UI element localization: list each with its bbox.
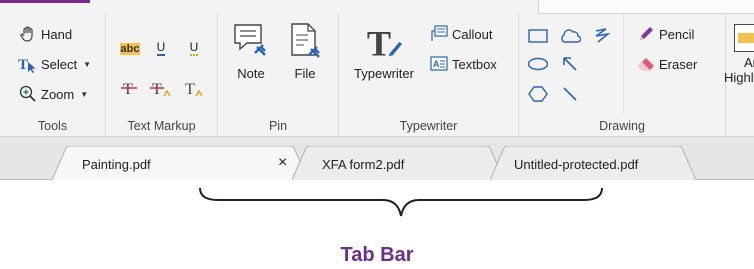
text-markup-group: abc U U T T T Text Markup — [106, 14, 218, 137]
hand-icon — [18, 24, 38, 44]
note-icon — [230, 20, 272, 62]
line-tool-button[interactable] — [559, 84, 581, 104]
typewriter-button[interactable]: T Typewriter — [347, 20, 421, 81]
squiggly-underline-button[interactable]: U — [183, 38, 205, 58]
svg-text:A: A — [433, 59, 440, 69]
tab-label: Painting.pdf — [82, 157, 151, 172]
arrow-icon — [563, 57, 577, 71]
textbox-label: Textbox — [452, 56, 497, 72]
zoom-icon — [18, 84, 38, 104]
replace-text-button[interactable]: T — [150, 78, 172, 98]
tools-group-label: Tools — [37, 119, 68, 133]
cloud-icon — [561, 29, 581, 43]
cloud-tool-button[interactable] — [559, 26, 581, 46]
strikeout-button[interactable]: T — [118, 78, 140, 98]
zoom-dropdown-icon[interactable]: ▼ — [80, 90, 88, 99]
eraser-icon — [636, 54, 656, 74]
select-tool-button[interactable]: T Select ▼ — [18, 54, 91, 74]
polygon-tool-button[interactable] — [527, 84, 549, 104]
tab-label: Untitled-protected.pdf — [514, 157, 639, 172]
callout-label: Callout — [452, 26, 493, 42]
svg-text:T: T — [152, 81, 162, 98]
tools-group: Hand T Select ▼ Zoom ▼ Tools — [0, 14, 106, 137]
rectangle-icon — [528, 29, 548, 43]
pencil-button[interactable]: Pencil — [636, 24, 694, 44]
drawing-group-label: Drawing — [599, 119, 645, 133]
tab-xfa-form2[interactable]: XFA form2.pdf — [292, 146, 504, 180]
line-icon — [563, 87, 577, 101]
ribbon-toolbar: Hand T Select ▼ Zoom ▼ Tools abc U U T T… — [0, 0, 754, 137]
pencil-label: Pencil — [659, 26, 695, 42]
textbox-button[interactable]: A Textbox — [429, 54, 497, 74]
polyline-icon — [595, 28, 611, 43]
callout-button[interactable]: Callout — [429, 24, 492, 44]
underline-button[interactable]: U — [150, 38, 172, 58]
oval-tool-button[interactable] — [527, 54, 549, 74]
tab-label: XFA form2.pdf — [322, 157, 405, 172]
polyline-tool-button[interactable] — [591, 26, 613, 46]
eraser-label: Eraser — [659, 56, 698, 72]
tab-painting[interactable]: Painting.pdf × — [52, 146, 308, 180]
area-highlight-button[interactable]: Are Highl — [724, 24, 754, 85]
area-highlight-label-1: Are — [744, 55, 754, 70]
typewriter-group-label: Typewriter — [399, 119, 458, 133]
select-tool-label: Select — [41, 56, 78, 72]
tab-bar: Painting.pdf × XFA form2.pdf Untitled-pr… — [0, 137, 754, 180]
underline-icon: U — [156, 39, 166, 56]
replace-text-icon: T — [150, 81, 171, 98]
pencil-icon — [636, 24, 656, 44]
pin-group-label: Pin — [268, 119, 288, 133]
file-label: File — [294, 66, 316, 81]
zoom-tool-label: Zoom — [41, 86, 75, 102]
highlight-abc-icon: abc — [119, 43, 141, 55]
rectangle-tool-button[interactable] — [527, 26, 549, 46]
callout-icon — [429, 24, 449, 44]
file-icon — [284, 20, 326, 62]
note-button[interactable]: Note — [230, 20, 272, 81]
insert-text-button[interactable]: T — [183, 78, 205, 98]
pin-group: Note File Pin — [218, 14, 339, 137]
eraser-button[interactable]: Eraser — [636, 54, 697, 74]
svg-text:T: T — [367, 23, 391, 62]
tab-bar-caption: Tab Bar — [340, 244, 414, 266]
typewriter-group: T Typewriter Callout A Textbox Typewrite… — [339, 14, 519, 137]
polygon-icon — [528, 86, 548, 102]
ribbon-top-right-area — [538, 0, 754, 14]
hand-tool-label: Hand — [41, 26, 73, 42]
insert-text-icon: T — [185, 81, 203, 98]
text-markup-group-label: Text Markup — [127, 119, 196, 133]
hand-tool-button[interactable]: Hand — [18, 24, 72, 44]
area-highlight-label-2: Highl — [724, 70, 754, 85]
tab-untitled-protected[interactable]: Untitled-protected.pdf — [490, 146, 696, 180]
select-text-icon: T — [18, 54, 38, 74]
svg-text:T: T — [123, 81, 133, 98]
area-highlight-group: Are Highl — [724, 14, 754, 137]
close-tab-icon[interactable]: × — [278, 154, 287, 172]
highlight-text-button[interactable]: abc — [118, 39, 142, 59]
svg-text:T: T — [185, 81, 195, 98]
zoom-tool-button[interactable]: Zoom ▼ — [18, 84, 88, 104]
oval-icon — [527, 57, 549, 71]
curly-brace-annotation — [198, 186, 604, 225]
typewriter-label: Typewriter — [354, 66, 414, 81]
active-ribbon-tab-indicator — [0, 0, 90, 3]
ribbon-top-strip — [0, 0, 754, 14]
drawing-group: Pencil Eraser Drawing — [519, 14, 726, 137]
textbox-icon: A — [429, 54, 449, 74]
drawing-divider — [623, 14, 624, 114]
strikeout-icon: T — [121, 81, 137, 98]
squiggly-underline-icon: U — [189, 39, 199, 56]
note-label: Note — [237, 66, 265, 81]
area-highlight-icon — [734, 24, 754, 52]
typewriter-icon: T — [363, 20, 405, 62]
select-dropdown-icon[interactable]: ▼ — [83, 60, 91, 69]
svg-text:T: T — [18, 57, 28, 73]
file-attach-button[interactable]: File — [284, 20, 326, 81]
arrow-tool-button[interactable] — [559, 54, 581, 74]
